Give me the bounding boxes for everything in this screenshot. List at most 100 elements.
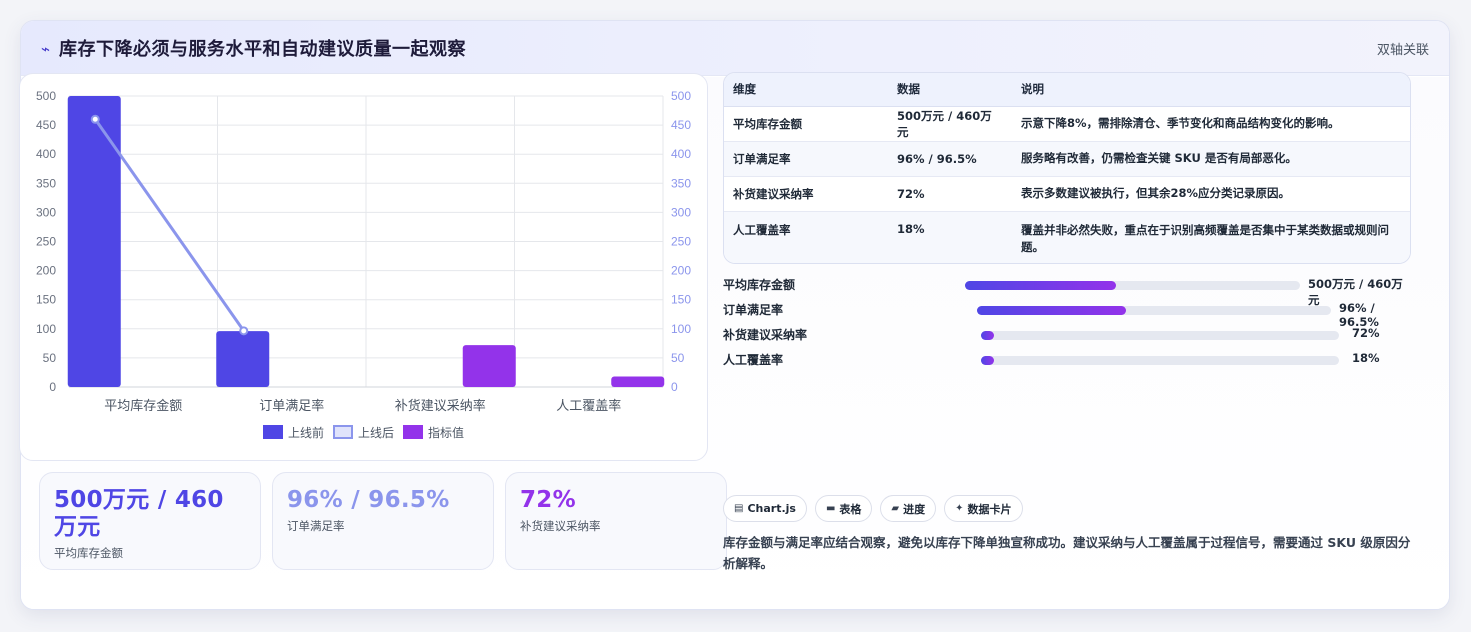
y-tick-label: 0	[49, 380, 56, 394]
legend-swatch	[263, 425, 283, 439]
legend-swatch	[403, 425, 423, 439]
y-tick-label: 400	[36, 147, 56, 161]
y-tick-label: 250	[36, 235, 56, 249]
table-cell: 覆盖并非必然失败，重点在于识别高频覆盖是否集中于某类数据或规则问题。	[1012, 211, 1410, 263]
kpi-card-adoption: 72% 补货建议采纳率	[505, 472, 727, 570]
y-tick-label: 50	[43, 351, 57, 365]
chip-progress[interactable]: ▰ 进度	[880, 495, 937, 522]
y2-tick-label: 50	[671, 351, 685, 365]
tech-chips: ▤ Chart.js ▬ 表格 ▰ 进度 ✦ 数据卡片	[723, 495, 1023, 522]
kpi-card-fill-rate: 96% / 96.5% 订单满足率	[272, 472, 494, 570]
progress-list: 平均库存金额 500万元 / 460万元 订单满足率 96% / 96.5% 补…	[723, 276, 1413, 376]
progress-fill	[981, 356, 994, 365]
table-row: 补货建议采纳率 72% 表示多数建议被执行，但其余28%应分类记录原因。	[724, 176, 1410, 212]
x-tick-label: 平均库存金额	[104, 398, 182, 414]
progress-fill	[981, 331, 994, 340]
combo-chart: 0 0 50 50 100 100 150 150 200 200 250 250 300 300 350 3…	[36, 89, 691, 440]
y2-tick-label: 0	[671, 380, 678, 394]
y2-tick-label: 500	[671, 89, 691, 103]
dual-axis-tag: 双轴关联	[1376, 42, 1429, 58]
y2-tick-label: 150	[671, 293, 691, 307]
kpi-card-inventory: 500万元 / 460万元 平均库存金额	[39, 472, 261, 570]
progress-row: 人工覆盖率 18%	[723, 351, 1413, 376]
table-cell: 补货建议采纳率	[724, 176, 888, 212]
col-header-description: 说明	[1012, 73, 1410, 107]
table-cell: 人工覆盖率	[724, 211, 888, 263]
progress-value: 72%	[1352, 326, 1380, 340]
table-cell: 500万元 / 460万元	[888, 106, 1012, 142]
kpi-value: 500万元 / 460万元	[54, 487, 224, 540]
y2-tick-label: 300	[671, 205, 691, 219]
y2-tick-label: 450	[671, 118, 691, 132]
legend-swatch	[333, 425, 353, 439]
card-icon: ✦	[955, 503, 964, 514]
y2-tick-label: 200	[671, 264, 691, 278]
chip-table[interactable]: ▬ 表格	[814, 495, 873, 522]
table-cell: 18%	[888, 211, 1012, 263]
x-tick-label: 人工覆盖率	[556, 398, 621, 414]
progress-track	[981, 331, 1339, 340]
bar	[67, 96, 121, 387]
chip-label: Chart.js	[747, 502, 796, 515]
table-cell: 表示多数建议被执行，但其余28%应分类记录原因。	[1012, 176, 1410, 212]
kpi-label: 平均库存金额	[54, 546, 123, 560]
y-tick-label: 500	[36, 89, 56, 103]
progress-row: 平均库存金额 500万元 / 460万元	[723, 276, 1413, 307]
bar	[611, 376, 665, 387]
x-tick-label: 补货建议采纳率	[395, 398, 486, 414]
kpi-value: 72%	[520, 487, 576, 513]
progress-fill	[977, 306, 1126, 315]
chart-icon: ▤	[734, 503, 744, 514]
y2-tick-label: 250	[671, 235, 691, 249]
card-title: 库存下降必须与服务水平和自动建议质量一起观察	[59, 39, 467, 60]
chip-data-card[interactable]: ✦ 数据卡片	[944, 495, 1023, 522]
bar	[216, 331, 270, 387]
legend-label: 上线后	[358, 426, 394, 440]
trend-icon: ⌁	[41, 40, 51, 58]
bar	[462, 345, 516, 387]
line-point	[239, 326, 249, 336]
progress-fill	[965, 281, 1116, 290]
card-header: ⌁ 库存下降必须与服务水平和自动建议质量一起观察 双轴关联	[21, 21, 1449, 76]
col-header-dimension: 维度	[724, 73, 888, 107]
table-icon: ▬	[825, 503, 836, 514]
y-tick-label: 200	[36, 264, 56, 278]
col-header-data: 数据	[888, 73, 1012, 107]
kpi-label: 订单满足率	[287, 519, 345, 533]
chip-label: 数据卡片	[967, 502, 1012, 516]
chart-panel: 0 0 50 50 100 100 150 150 200 200 250 250 300 300 350 3…	[19, 73, 708, 461]
kpi-value: 96% / 96.5%	[287, 487, 450, 513]
chip-chartjs[interactable]: ▤ Chart.js	[723, 495, 807, 522]
y-tick-label: 150	[36, 293, 56, 307]
table-row: 人工覆盖率 18% 覆盖并非必然失败，重点在于识别高频覆盖是否集中于某类数据或规…	[724, 211, 1410, 263]
y-tick-label: 350	[36, 176, 56, 190]
y-tick-label: 450	[36, 118, 56, 132]
table-cell: 72%	[888, 176, 1012, 212]
progress-track	[981, 356, 1339, 365]
y-tick-label: 100	[36, 322, 56, 336]
table-row: 平均库存金额 500万元 / 460万元 示意下降8%，需排除清仓、季节变化和商…	[724, 106, 1410, 142]
table-cell: 服务略有改善，仍需检查关键 SKU 是否有局部恶化。	[1012, 141, 1410, 177]
progress-track	[977, 306, 1331, 315]
y2-tick-label: 350	[671, 176, 691, 190]
y2-tick-label: 400	[671, 147, 691, 161]
progress-value: 18%	[1352, 351, 1380, 365]
progress-label: 平均库存金额	[723, 278, 796, 292]
x-tick-label: 订单满足率	[259, 398, 324, 414]
summary-note: 库存金额与满足率应结合观察，避免以库存下降单独宣称成功。建议采纳与人工覆盖属于过…	[723, 535, 1411, 571]
table-row: 订单满足率 96% / 96.5% 服务略有改善，仍需检查关键 SKU 是否有局…	[724, 141, 1410, 177]
progress-label: 补货建议采纳率	[723, 328, 808, 342]
metrics-table: 维度 数据 说明 平均库存金额 500万元 / 460万元 示意下降8%，需排除…	[723, 72, 1411, 264]
y-tick-label: 300	[36, 205, 56, 219]
progress-row: 补货建议采纳率 72%	[723, 326, 1413, 351]
kpi-label: 补货建议采纳率	[520, 519, 601, 533]
y2-tick-label: 100	[671, 322, 691, 336]
chip-label: 表格	[839, 502, 862, 516]
line-point	[90, 114, 100, 124]
chip-label: 进度	[903, 502, 926, 516]
legend-label: 上线前	[288, 425, 324, 440]
progress-label: 订单满足率	[723, 303, 784, 317]
progress-row: 订单满足率 96% / 96.5%	[723, 301, 1413, 329]
table-cell: 示意下降8%，需排除清仓、季节变化和商品结构变化的影响。	[1012, 106, 1410, 142]
table-cell: 平均库存金额	[724, 106, 888, 142]
